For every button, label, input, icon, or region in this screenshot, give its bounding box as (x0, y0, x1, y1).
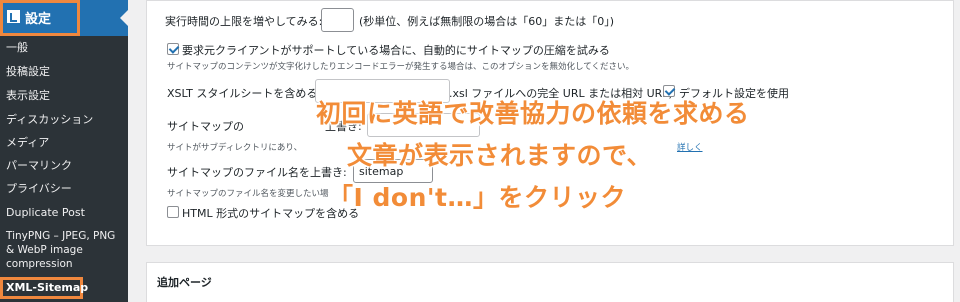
xslt-label: XSLT スタイルシートを含める: (167, 87, 322, 100)
admin-sidebar: 設定 一般 投稿設定 表示設定 ディスカッション メディア パーマリンク プライ… (0, 0, 128, 302)
html-sitemap-checkbox[interactable] (167, 206, 179, 218)
submenu-item-general[interactable]: 一般 (6, 41, 28, 55)
additional-pages-title: 追加ページ (157, 276, 212, 289)
submenu-item-tinypng[interactable]: TinyPNG – JPEG, PNG & WebP image compres… (6, 229, 124, 271)
time-limit-label: 実行時間の上限を増やしてみる: (165, 15, 323, 28)
additional-pages-panel: 追加ページ (146, 262, 954, 302)
sitemap-location-label: サイトマップの (167, 120, 244, 133)
filename-description: サイトマップのファイル名を変更したい場 (167, 189, 329, 199)
current-menu-arrow (120, 10, 128, 26)
annotation-line-1: 初回に英語で改善協力の依頼を求める (316, 99, 750, 128)
submenu-item-discussion[interactable]: ディスカッション (6, 113, 93, 127)
filename-label: サイトマップのファイル名を上書き: (167, 166, 347, 179)
submenu-item-permalinks[interactable]: パーマリンク (6, 159, 72, 173)
submenu-item-xml-sitemap[interactable]: XML-Sitemap (0, 277, 88, 299)
submenu-item-privacy[interactable]: プライバシー (6, 182, 72, 196)
submenu-item-media[interactable]: メディア (6, 136, 49, 150)
time-limit-input[interactable] (321, 8, 354, 32)
compress-label: 要求元クライアントがサポートしている場合に、自動的にサイトマップの圧縮を試みる (182, 44, 610, 57)
settings-highlight-box (0, 0, 80, 36)
submenu-item-duplicate-post[interactable]: Duplicate Post (6, 206, 85, 220)
compress-checkbox[interactable] (167, 43, 179, 55)
annotation-line-2: 文章が表示されますので、 (347, 141, 653, 170)
submenu-item-writing[interactable]: 投稿設定 (6, 65, 50, 79)
sitemap-location-description: サイトがサブディレクトリにあり、 (167, 143, 303, 153)
annotation-line-3: 「I don't…」をクリック (328, 183, 626, 212)
submenu-item-reading[interactable]: 表示設定 (6, 89, 50, 103)
submenu-item-xml-sitemap-label: XML-Sitemap (6, 281, 89, 294)
learn-more-link[interactable]: 詳しく (677, 141, 703, 153)
time-limit-hint: (秒単位、例えば無制限の場合は「60」または「0」) (359, 15, 615, 28)
settings-submenu: 一般 投稿設定 表示設定 ディスカッション メディア パーマリンク プライバシー… (0, 36, 128, 302)
compress-description: サイトマップのコンテンツが文字化けしたりエンコードエラーが発生する場合は、このオ… (167, 62, 634, 72)
